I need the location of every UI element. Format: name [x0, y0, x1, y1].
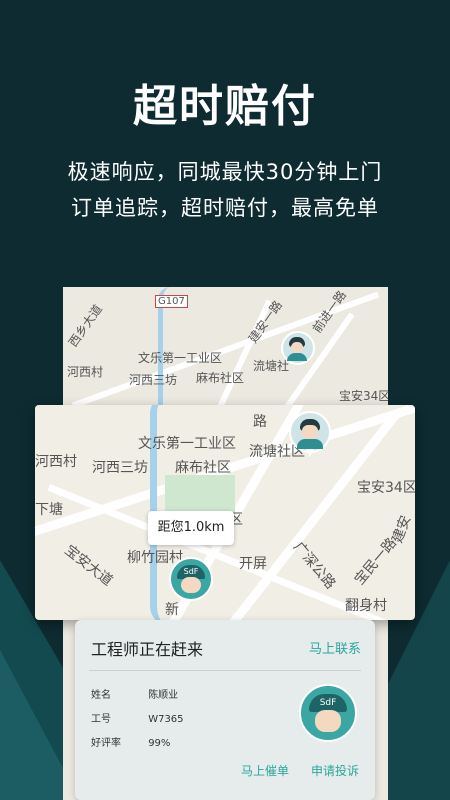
map-label: 路	[253, 414, 267, 430]
engineer-info-card: 工程师正在赶来 马上联系 姓名 陈顺业 工号 W7365 好评率 99% SdF…	[75, 620, 375, 800]
map-label: 河西村	[67, 365, 104, 379]
distance-bubble: 距您1.0km	[148, 511, 234, 545]
complain-button[interactable]: 申请投诉	[311, 762, 359, 779]
name-value: 陈顺业	[148, 690, 179, 701]
map-label: 翻身村	[345, 598, 387, 614]
map-label: 开屏	[239, 556, 267, 572]
map-label: 西乡大道	[65, 302, 105, 350]
rating-row: 好评率 99%	[91, 734, 170, 749]
headline: 超时赔付	[133, 81, 317, 132]
engineer-avatar: SdF	[299, 684, 357, 742]
rating-value: 99%	[148, 738, 171, 749]
subtitle-line-2: 订单追踪，超时赔付，最高免单	[71, 196, 379, 220]
map-label: 新	[165, 602, 179, 618]
map-label: 河西三坊	[129, 373, 178, 387]
map-label: 宝民一路	[351, 535, 400, 589]
id-label: 工号	[91, 714, 111, 725]
map-label: 河西三坊	[92, 460, 148, 476]
card-title: 工程师正在赶来	[91, 640, 204, 659]
map-label: 麻布社区	[175, 460, 231, 476]
map-label: 麻布社区	[196, 371, 245, 385]
map-label: 宝安34区	[357, 480, 415, 496]
divider	[89, 670, 361, 671]
id-value: W7365	[148, 714, 184, 725]
subtitle-line-1: 极速响应，同城最快30分钟上门	[67, 160, 383, 184]
engineer-location-pin[interactable]: SdF	[169, 557, 213, 601]
map-label: 文乐第一工业区	[138, 351, 223, 365]
map-label: 下塘	[35, 502, 63, 518]
map-label: 流塘社	[253, 359, 290, 373]
map-label: 文乐第一工业区	[138, 436, 236, 452]
name-row: 姓名 陈顺业	[91, 686, 178, 701]
map-label: 宝安大道	[61, 542, 116, 590]
user-location-pin[interactable]	[281, 331, 315, 365]
user-location-pin[interactable]	[289, 411, 331, 457]
name-label: 姓名	[91, 690, 111, 701]
map-label: 河西村	[35, 454, 77, 470]
rating-label: 好评率	[91, 738, 121, 749]
id-row: 工号 W7365	[91, 710, 184, 725]
map-label: 宝安34区	[339, 389, 388, 403]
contact-now-button[interactable]: 马上联系	[309, 638, 361, 657]
map-label: G107	[155, 295, 188, 308]
urge-order-button[interactable]: 马上催单	[241, 762, 289, 779]
map-label: 建安	[389, 513, 415, 546]
